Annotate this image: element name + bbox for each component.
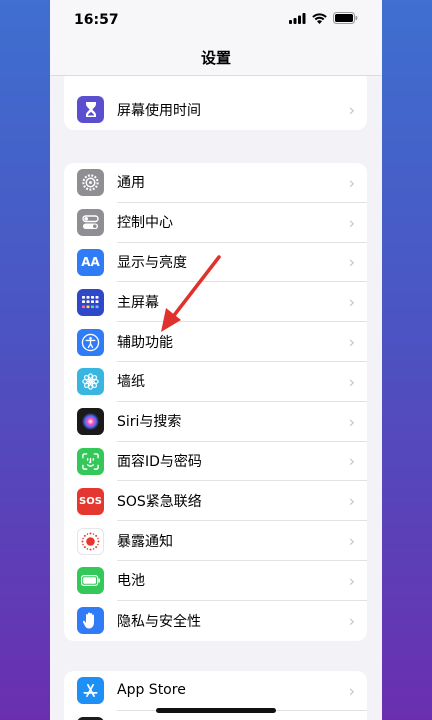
annotation-arrow-icon (161, 255, 221, 332)
